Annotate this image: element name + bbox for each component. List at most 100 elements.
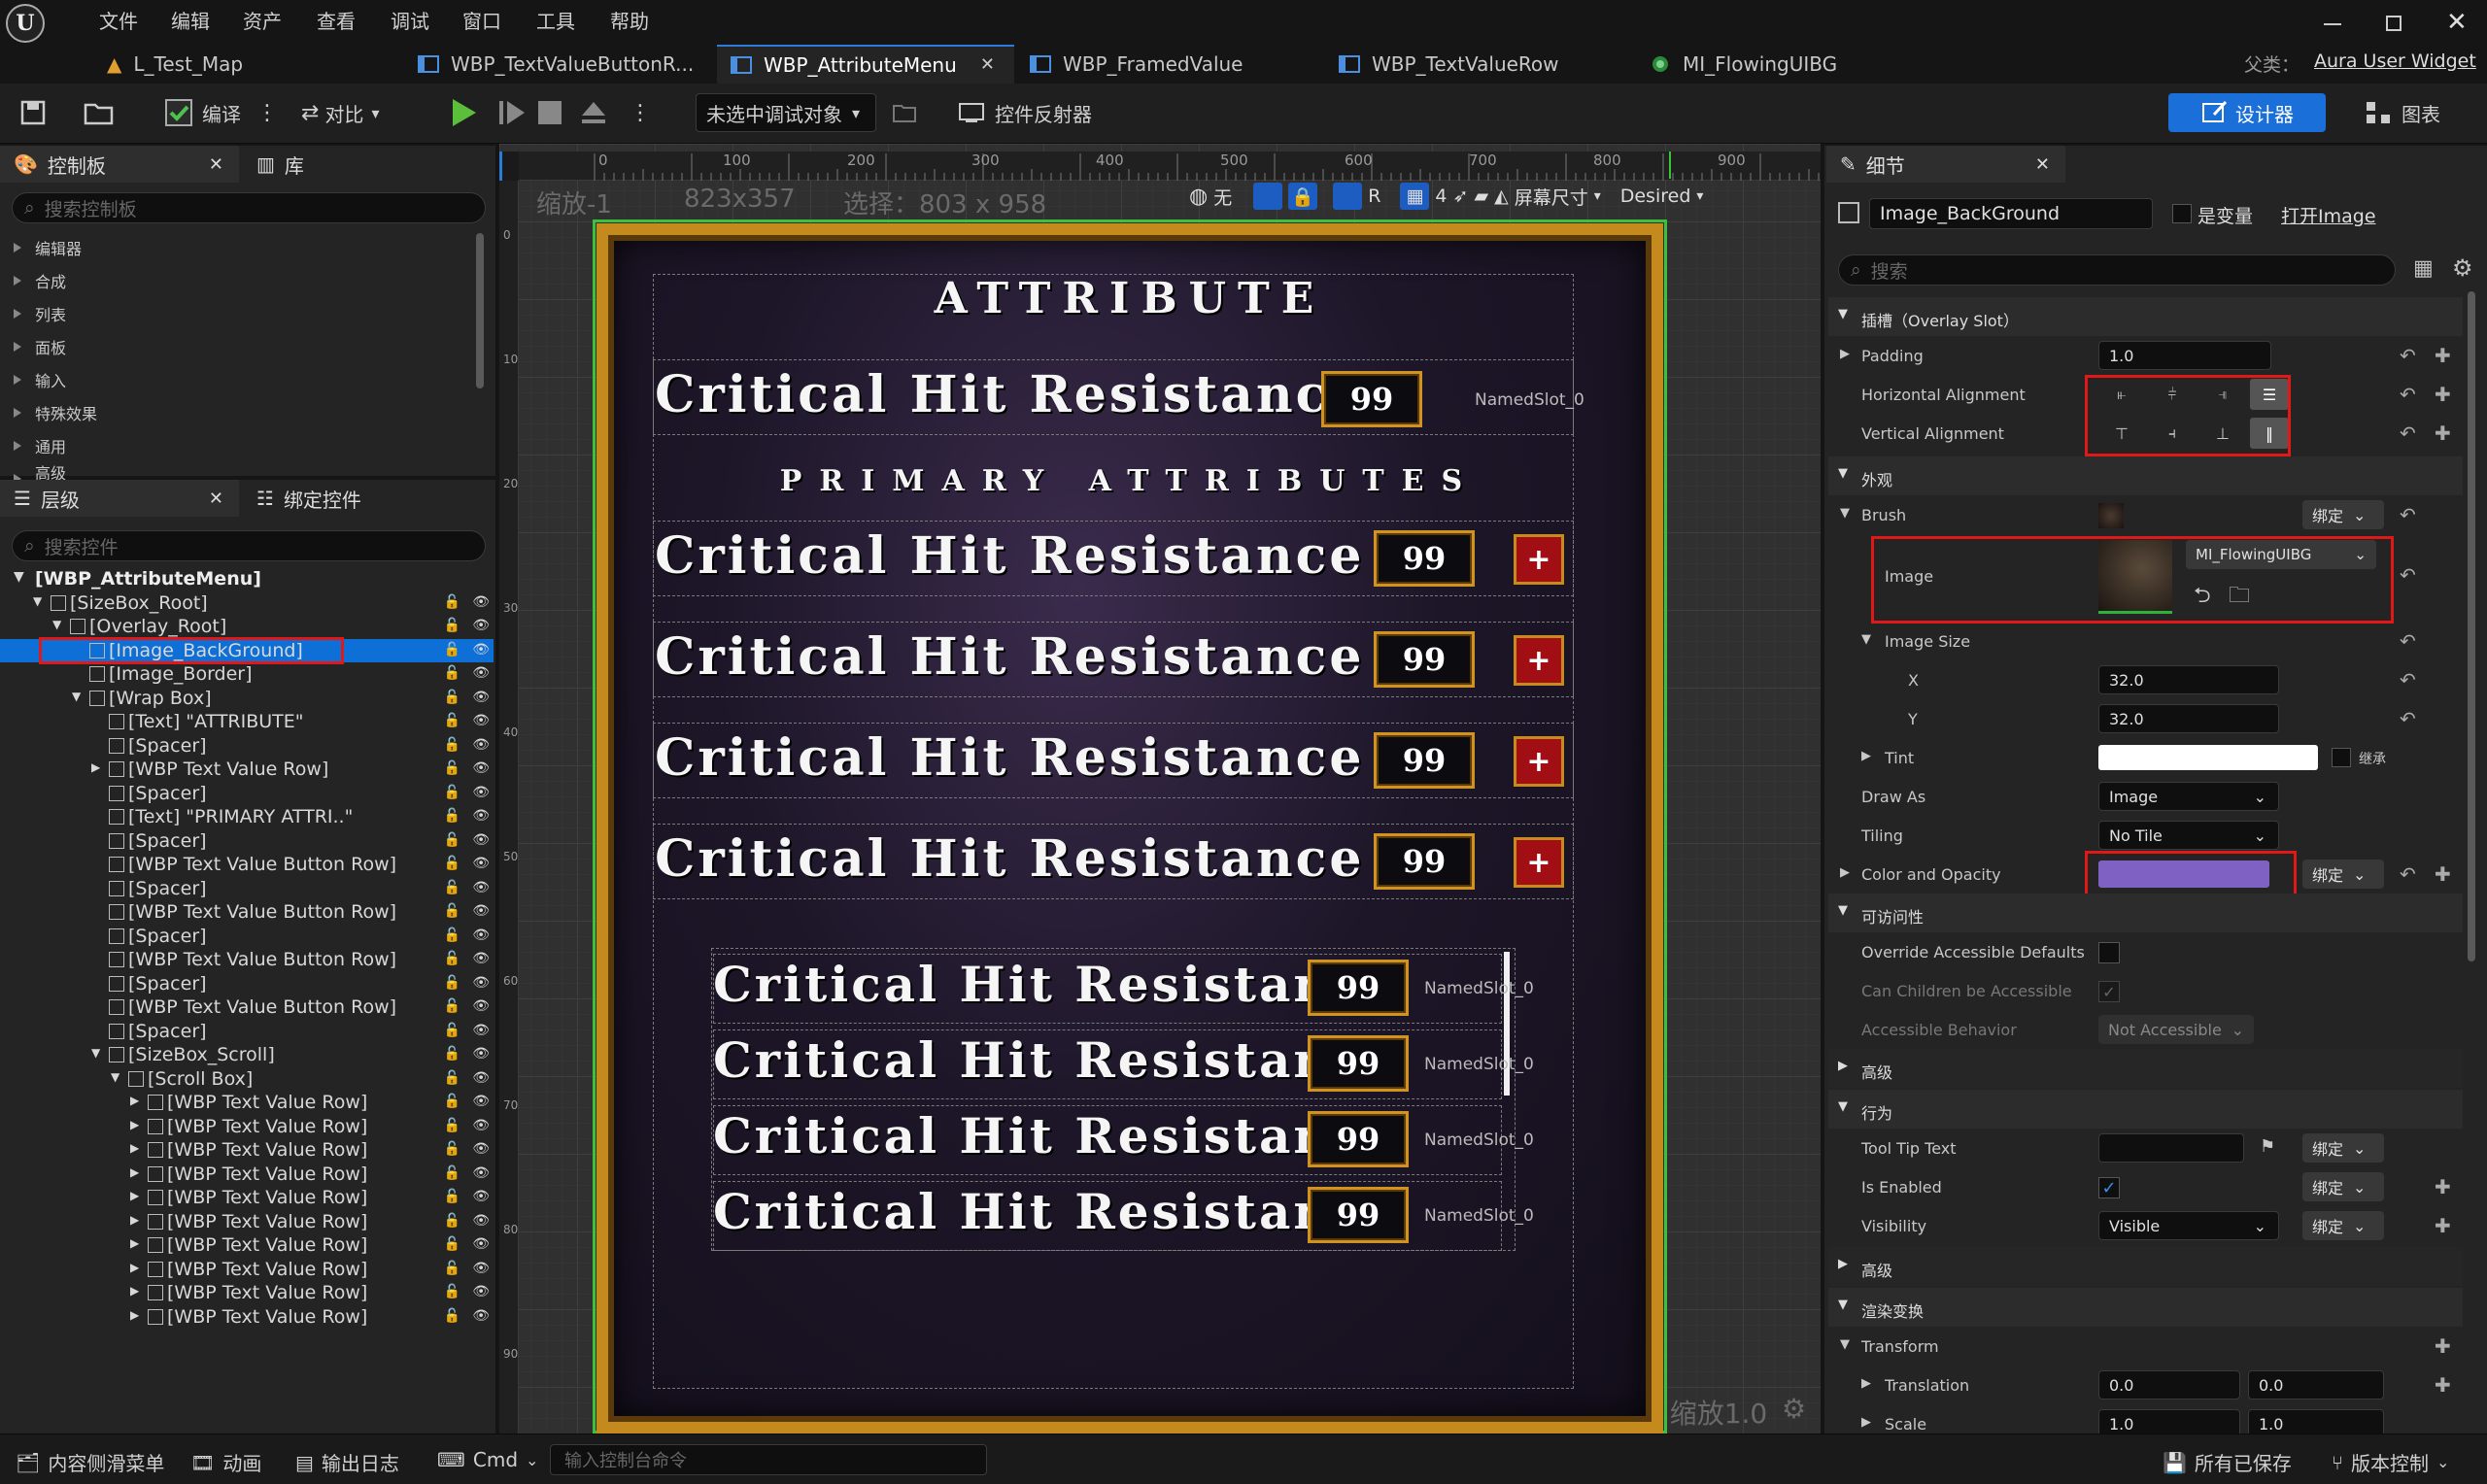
inherit-checkbox[interactable] xyxy=(2332,748,2351,767)
eye-icon[interactable]: 👁 xyxy=(472,665,490,681)
eye-icon[interactable]: 👁 xyxy=(472,903,490,919)
minimize-icon[interactable] xyxy=(2324,23,2341,25)
lock-icon[interactable]: 🔓 xyxy=(444,998,460,1014)
tab-l-test-map[interactable]: ▲ L_Test_Map xyxy=(93,45,404,84)
compile-button[interactable]: 编译 ⋮ xyxy=(163,93,278,132)
reset-icon[interactable]: ↶ xyxy=(2400,862,2416,886)
eye-icon[interactable]: 👁 xyxy=(472,1118,490,1133)
lock-icon[interactable]: 🔓 xyxy=(444,1213,460,1229)
expand-arrow-icon[interactable]: ▶ xyxy=(130,1165,139,1179)
hierarchy-item[interactable]: [Spacer] 🔓 👁 xyxy=(0,734,494,759)
designer-mode-button[interactable]: 设计器 xyxy=(2168,93,2326,132)
details-tab[interactable]: ✎ 细节 ✕ xyxy=(1826,146,2065,183)
graph-mode-button[interactable]: 图表 xyxy=(2365,93,2440,132)
eye-icon[interactable]: 👁 xyxy=(472,785,490,800)
lock-icon[interactable]: 🔓 xyxy=(444,856,460,871)
eye-icon[interactable]: 👁 xyxy=(472,808,490,824)
hierarchy-item[interactable]: [WBP Text Value Button Row] 🔓 👁 xyxy=(0,900,494,925)
unreal-logo-icon[interactable]: U xyxy=(6,4,45,43)
behavior-section-header[interactable]: ▼ 行为 xyxy=(1828,1090,2463,1129)
lock-icon[interactable]: 🔓 xyxy=(444,1165,460,1181)
lock-icon[interactable]: 🔓 xyxy=(444,642,460,658)
tab-wbp-textvaluebuttonrow[interactable]: WBP_TextValueButtonR... xyxy=(404,45,717,84)
lock-icon[interactable]: 🔓 xyxy=(444,665,460,681)
hierarchy-item[interactable]: [Spacer] 🔓 👁 xyxy=(0,972,494,996)
scale-y-field[interactable]: 1.0 xyxy=(2248,1409,2384,1433)
hierarchy-root[interactable]: ▼ [WBP_AttributeMenu] xyxy=(0,567,494,591)
hierarchy-tab[interactable]: ☰ 层级 ✕ xyxy=(0,480,239,517)
expand-arrow-icon[interactable]: ▶ xyxy=(130,1261,139,1274)
palette-tab[interactable]: 🎨 控制板 ✕ xyxy=(0,146,239,183)
eye-icon[interactable]: 👁 xyxy=(472,760,490,776)
palette-scrollbar[interactable] xyxy=(476,233,484,388)
step-button[interactable] xyxy=(497,93,527,132)
menu-help[interactable]: 帮助 xyxy=(610,6,649,34)
bind-widgets-tab[interactable]: ☷ 绑定控件 xyxy=(243,480,486,517)
hierarchy-item[interactable]: ▶ [WBP Text Value Row] 🔓 👁 xyxy=(0,1305,494,1330)
hierarchy-item[interactable]: [WBP Text Value Button Row] 🔓 👁 xyxy=(0,853,494,877)
expand-arrow-icon[interactable]: ▶ xyxy=(1861,1376,1871,1391)
play-options-icon[interactable]: ⋮ xyxy=(630,93,651,132)
hierarchy-item[interactable]: [Text] "ATTRIBUTE" 🔓 👁 xyxy=(0,710,494,734)
eye-icon[interactable]: 👁 xyxy=(472,928,490,943)
eye-icon[interactable]: 👁 xyxy=(472,1070,490,1086)
increase-attribute-button[interactable]: + xyxy=(1514,736,1564,787)
collapse-arrow-icon[interactable]: ▼ xyxy=(1861,632,1871,647)
lock-icon[interactable]: 🔓 xyxy=(444,808,460,824)
menu-edit[interactable]: 编辑 xyxy=(171,6,210,34)
expand-arrow-icon[interactable]: ▶ xyxy=(130,1308,139,1322)
tab-wbp-framedvalue[interactable]: WBP_FramedValue xyxy=(1016,45,1325,84)
hierarchy-item[interactable]: ▶ [WBP Text Value Row] 🔓 👁 xyxy=(0,1233,494,1258)
r-toggle[interactable]: R xyxy=(1368,186,1380,207)
expand-arrow-icon[interactable]: ▼ xyxy=(33,594,42,608)
open-image-link[interactable]: 打开Image xyxy=(2281,202,2376,228)
browse-button[interactable] xyxy=(84,93,115,132)
lock-icon[interactable]: 🔓 xyxy=(444,1284,460,1299)
lock-icon[interactable]: 🔓 xyxy=(444,785,460,800)
close-window-icon[interactable]: ✕ xyxy=(2446,8,2468,37)
reset-icon[interactable]: ↶ xyxy=(2400,503,2416,526)
hierarchy-item[interactable]: ▶ [WBP Text Value Row] 🔓 👁 xyxy=(0,1258,494,1282)
pin-icon[interactable]: ✚ xyxy=(2435,862,2451,886)
image-size-x-field[interactable]: 32.0 xyxy=(2098,665,2279,694)
expand-arrow-icon[interactable]: ▼ xyxy=(52,618,61,631)
hierarchy-item[interactable]: ▶ [WBP Text Value Row] 🔓 👁 xyxy=(0,1091,494,1115)
is-variable-checkbox[interactable] xyxy=(2172,204,2192,223)
close-tab-icon[interactable]: ✕ xyxy=(209,489,223,509)
hierarchy-item[interactable]: ▶ [WBP Text Value Row] 🔓 👁 xyxy=(0,1281,494,1305)
lock-icon[interactable]: 🔓 xyxy=(444,1118,460,1133)
translation-y-field[interactable]: 0.0 xyxy=(2248,1370,2384,1400)
expand-arrow-icon[interactable]: ▶ xyxy=(1861,1415,1871,1430)
image-size-y-field[interactable]: 32.0 xyxy=(2098,704,2279,733)
hierarchy-item[interactable]: [Spacer] 🔓 👁 xyxy=(0,1020,494,1044)
lock-icon[interactable]: 🔓 xyxy=(444,760,460,776)
eye-icon[interactable]: 👁 xyxy=(472,998,490,1014)
screen-size-dropdown[interactable]: 屏幕尺寸 xyxy=(1515,184,1588,210)
palette-category[interactable]: 输入 xyxy=(0,363,474,396)
enabled-bind-dropdown[interactable]: 绑定 ⌄ xyxy=(2302,1172,2384,1201)
pin-icon[interactable]: ✚ xyxy=(2435,344,2451,367)
eye-icon[interactable]: 👁 xyxy=(472,618,490,633)
tab-mi-flowinguibg[interactable]: MI_FlowingUIBG xyxy=(1636,45,1947,84)
cursor-icon[interactable]: ➶ xyxy=(1453,186,1469,207)
collapse-arrow-icon[interactable]: ▼ xyxy=(1840,1337,1850,1352)
tiling-dropdown[interactable]: No Tile ⌄ xyxy=(2098,821,2279,850)
property-matrix-icon[interactable]: ▦ xyxy=(2413,256,2434,281)
lock-icon[interactable]: 🔓 xyxy=(444,1046,460,1062)
hierarchy-item[interactable]: ▶ [WBP Text Value Row] 🔓 👁 xyxy=(0,758,494,782)
widget-name-field[interactable]: Image_BackGround xyxy=(1869,198,2153,229)
hierarchy-item[interactable]: [Image_Border] 🔓 👁 xyxy=(0,662,494,687)
localization-label[interactable]: 无 xyxy=(1213,184,1232,210)
expand-arrow-icon[interactable]: ▶ xyxy=(1840,347,1850,361)
expand-arrow-icon[interactable]: ▼ xyxy=(91,1046,100,1060)
eject-button[interactable] xyxy=(579,93,608,132)
expand-arrow-icon[interactable]: ▼ xyxy=(72,690,81,703)
expand-arrow-icon[interactable]: ▶ xyxy=(130,1118,139,1131)
lock-icon[interactable]: 🔓 xyxy=(444,880,460,895)
lock-icon[interactable]: 🔓 xyxy=(444,690,460,705)
expand-arrow-icon[interactable]: ▶ xyxy=(130,1141,139,1155)
tooltip-bind-dropdown[interactable]: 绑定 ⌄ xyxy=(2302,1133,2384,1163)
palette-category[interactable]: 编辑器 xyxy=(0,231,474,264)
menu-file[interactable]: 文件 xyxy=(99,6,138,34)
console-input[interactable]: 输入控制台命令 xyxy=(550,1444,987,1475)
